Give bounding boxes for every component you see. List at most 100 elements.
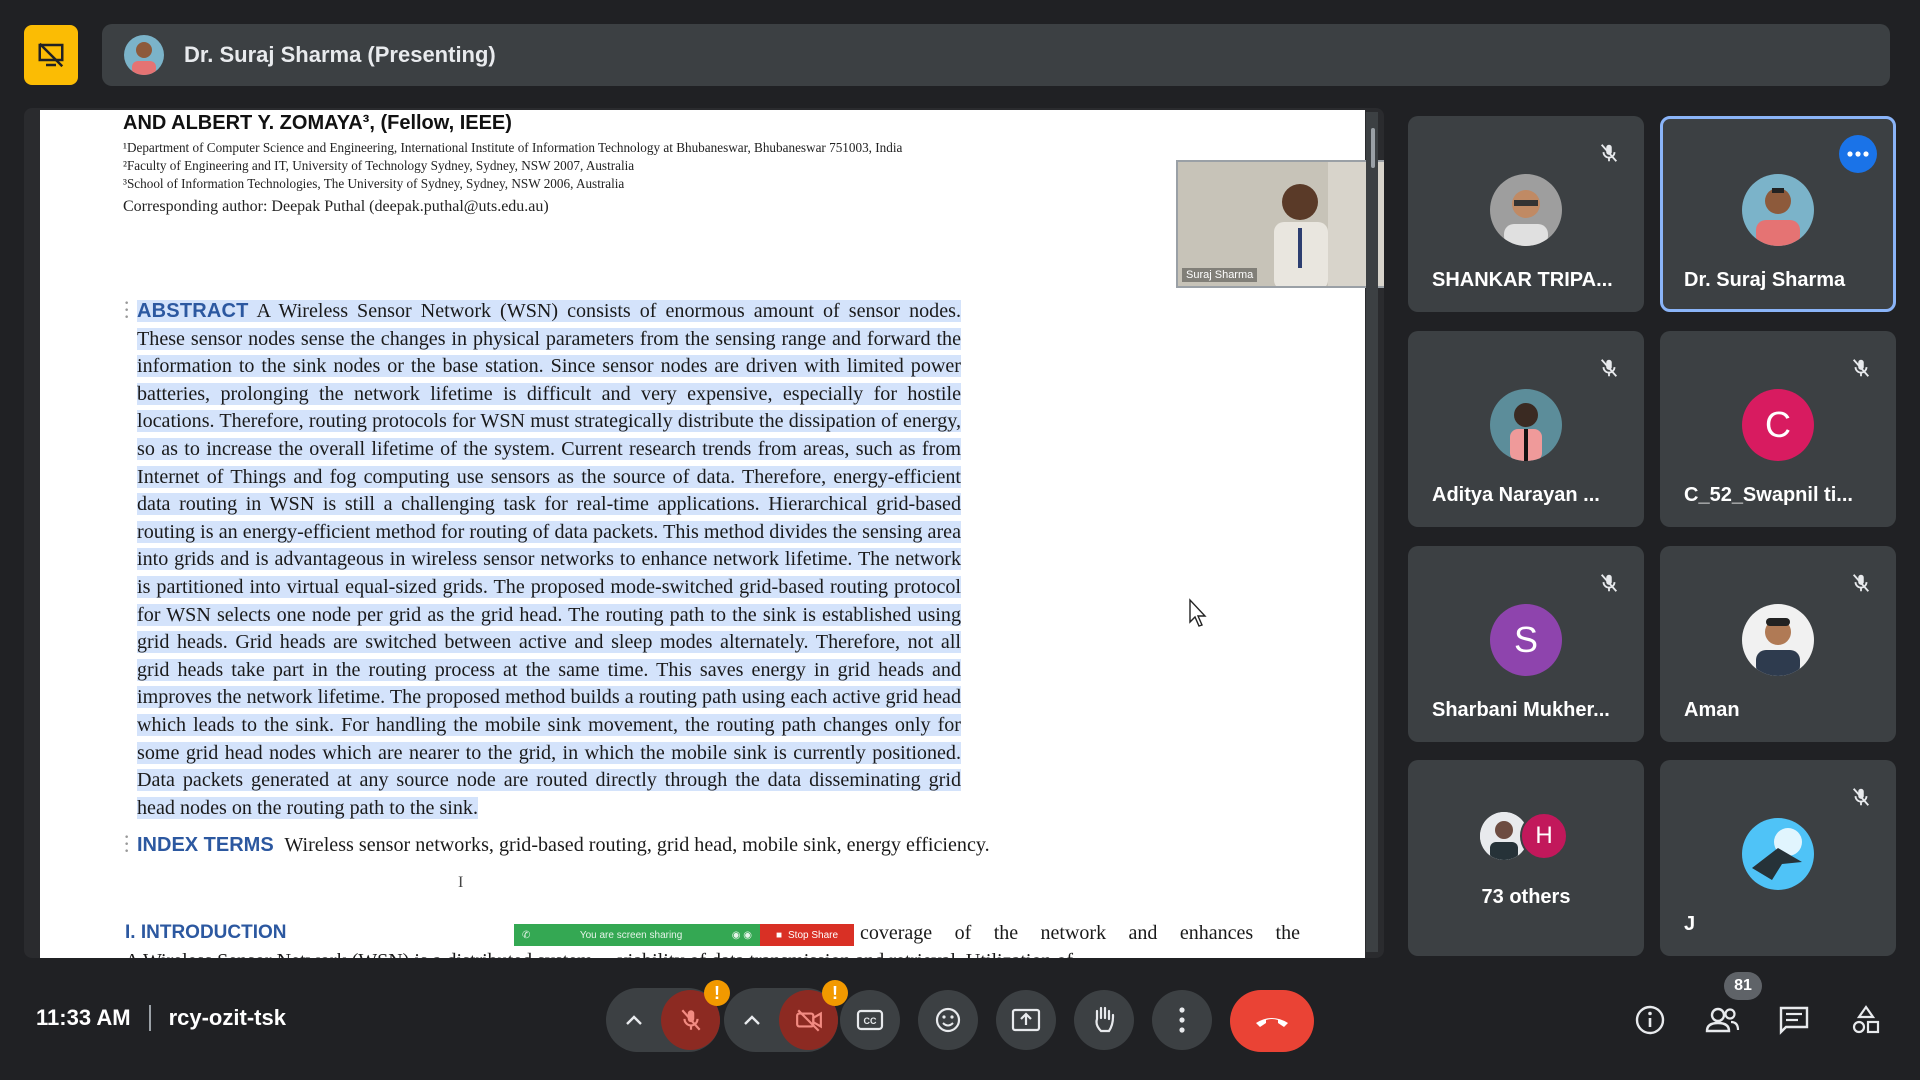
camera-warning-badge: ! [822, 980, 848, 1006]
meeting-code[interactable]: rcy-ozit-tsk [169, 1005, 286, 1031]
self-view-name: Suraj Sharma [1182, 268, 1258, 282]
participant-avatar [1490, 389, 1562, 461]
introduction-text-right: coverage of the network and enhances the [860, 922, 1300, 944]
mic-off-icon [1592, 351, 1626, 385]
author-line: AND ALBERT Y. ZOMAYA³, (Fellow, IEEE) [123, 112, 512, 134]
participant-avatar [1742, 174, 1814, 246]
participant-initial-avatar: H [1520, 812, 1568, 860]
screen-share-strip: ✆ You are screen sharing ◉ ◉ ■ Stop Shar… [514, 924, 854, 946]
raise-hand-icon [1095, 1006, 1115, 1033]
people-icon [1705, 1007, 1740, 1033]
people-button[interactable] [1700, 998, 1744, 1042]
more-options-icon [1179, 1007, 1185, 1033]
sharing-label: You are screen sharing [579, 929, 683, 941]
participant-tile[interactable]: C C_52_Swapnil ti... [1660, 331, 1896, 527]
leave-call-button[interactable] [1230, 990, 1314, 1052]
text-cursor-icon: I [458, 874, 464, 891]
participant-name: J [1684, 913, 1696, 935]
participant-tile[interactable]: J [1660, 760, 1896, 956]
participant-avatar [1490, 174, 1562, 246]
drag-handle-icon[interactable]: · · · [124, 296, 130, 326]
participant-initial-avatar: S [1490, 604, 1562, 676]
scrollbar-thumb[interactable] [1371, 128, 1375, 168]
scrollbar-track[interactable] [1366, 112, 1378, 952]
raise-hand-button[interactable] [1074, 990, 1134, 1050]
divider [148, 1005, 151, 1031]
meeting-details-button[interactable] [1628, 998, 1672, 1042]
captions-icon: CC [856, 1009, 884, 1031]
meeting-info: 11:33 AM rcy-ozit-tsk [36, 1005, 286, 1031]
others-avatars: H [1480, 812, 1568, 860]
mouse-pointer-icon [1189, 598, 1207, 627]
drag-handle-icon[interactable]: · · · [124, 830, 130, 860]
mic-off-icon [681, 1009, 700, 1031]
participant-tile[interactable]: SHANKAR TRIPA... [1408, 116, 1644, 312]
participant-avatar [1742, 604, 1814, 676]
info-icon [1635, 1005, 1665, 1035]
participant-name: SHANKAR TRIPA... [1432, 269, 1613, 291]
hangup-icon [1256, 1018, 1288, 1027]
participant-name: C_52_Swapnil ti... [1684, 484, 1853, 506]
chevron-up-icon[interactable] [724, 990, 779, 1050]
affiliation-3: ³School of Information Technologies, The… [123, 176, 625, 191]
abstract-heading: ABSTRACT [137, 300, 249, 322]
stop-share-label: Stop Share [788, 929, 839, 941]
presentation-toggle-button[interactable] [24, 25, 78, 85]
svg-text:CC: CC [864, 1016, 877, 1026]
pdf-document: AND ALBERT Y. ZOMAYA³, (Fellow, IEEE) ¹D… [40, 110, 1365, 958]
affiliation-2: ²Faculty of Engineering and IT, Universi… [123, 158, 635, 173]
present-now-button[interactable] [996, 990, 1056, 1050]
index-terms-text: Wireless sensor networks, grid-based rou… [284, 834, 990, 856]
abstract-text: A Wireless Sensor Network (WSN) consists… [137, 300, 961, 819]
status-icons: ◉ ◉ [731, 929, 752, 941]
people-count-badge: 81 [1724, 972, 1762, 1000]
participant-name: Sharbani Mukher... [1432, 699, 1610, 721]
activities-icon [1852, 1005, 1880, 1034]
participant-tile-active[interactable]: Dr. Suraj Sharma [1660, 116, 1896, 312]
index-terms-heading: INDEX TERMS [137, 834, 274, 856]
mic-off-icon [1592, 566, 1626, 600]
captions-button[interactable]: CC [840, 990, 900, 1050]
participant-tile[interactable]: S Sharbani Mukher... [1408, 546, 1644, 742]
more-options-icon[interactable] [1839, 135, 1877, 173]
participant-name: Aditya Narayan ... [1432, 484, 1600, 506]
activities-button[interactable] [1844, 998, 1888, 1042]
others-tile[interactable]: H 73 others [1408, 760, 1644, 956]
index-terms: INDEX TERMS Wireless sensor networks, gr… [137, 834, 990, 857]
introduction-text-cut: A Wireless Sensor Network (WSN) is a dis… [125, 950, 1073, 958]
participant-initial-avatar: C [1742, 389, 1814, 461]
participant-name: Dr. Suraj Sharma [1684, 269, 1846, 291]
present-icon [1011, 1008, 1041, 1032]
affiliation-1: ¹Department of Computer Science and Engi… [123, 140, 903, 155]
participant-tile[interactable]: Aditya Narayan ... [1408, 331, 1644, 527]
presenter-self-view[interactable]: Suraj Sharma [1176, 160, 1384, 288]
presenter-title: Dr. Suraj Sharma (Presenting) [184, 42, 496, 67]
participant-tile[interactable]: Aman [1660, 546, 1896, 742]
mic-off-icon [1844, 780, 1878, 814]
abstract-paragraph[interactable]: ABSTRACT A Wireless Sensor Network (WSN)… [137, 298, 961, 822]
stop-share-button[interactable]: ■ Stop Share [760, 924, 854, 946]
more-options-button[interactable] [1152, 990, 1212, 1050]
phone-icon: ✆ [522, 929, 531, 941]
camera-toggle-button[interactable]: ! [779, 980, 848, 1050]
camera-control-group: ! [724, 980, 848, 1052]
mic-control-group: ! [606, 980, 730, 1052]
mic-toggle-button[interactable]: ! [661, 980, 730, 1050]
presenter-avatar [124, 35, 164, 75]
corresponding-author: Corresponding author: Deepak Puthal (dee… [123, 198, 549, 215]
chat-icon [1779, 1006, 1809, 1035]
presentation-off-icon [38, 42, 64, 68]
sharing-status: ✆ You are screen sharing ◉ ◉ [514, 924, 760, 946]
others-count-label: 73 others [1481, 886, 1571, 908]
meeting-time: 11:33 AM [36, 1005, 131, 1030]
chevron-up-icon[interactable] [606, 990, 661, 1050]
participant-name: Aman [1684, 699, 1740, 721]
shared-screen: AND ALBERT Y. ZOMAYA³, (Fellow, IEEE) ¹D… [24, 108, 1384, 958]
mic-off-icon [1844, 351, 1878, 385]
mic-off-icon [1844, 566, 1878, 600]
stop-icon: ■ [775, 929, 782, 941]
camera-off-icon [795, 1009, 822, 1032]
participant-avatar [1742, 818, 1814, 890]
chat-button[interactable] [1772, 998, 1816, 1042]
reactions-button[interactable] [918, 990, 978, 1050]
